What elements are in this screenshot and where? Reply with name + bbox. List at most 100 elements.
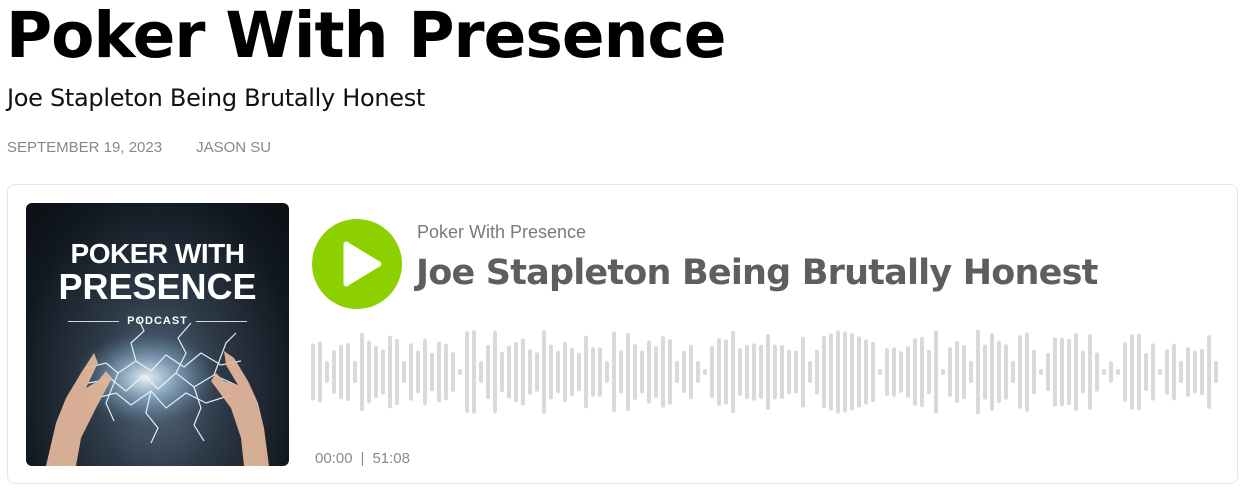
- waveform-bar: [1025, 332, 1029, 412]
- duration: 51:08: [372, 450, 410, 467]
- waveform-scrubber[interactable]: [310, 325, 1222, 419]
- waveform-bar: [787, 349, 791, 395]
- waveform-bar: [871, 341, 875, 403]
- waveform-bar: [528, 349, 532, 395]
- waveform-bar: [752, 343, 756, 401]
- waveform-bar: [626, 332, 630, 412]
- waveform-bar: [801, 336, 805, 408]
- waveform-bar: [388, 335, 392, 409]
- waveform-bar: [619, 350, 623, 394]
- waveform-bar: [1039, 369, 1043, 375]
- episode-title[interactable]: Joe Stapleton Being Brutally Honest: [416, 251, 1098, 295]
- waveform-bar: [549, 344, 553, 400]
- waveform-bar: [913, 338, 917, 406]
- waveform-bar: [1018, 335, 1022, 409]
- waveform-bar: [346, 343, 350, 401]
- waveform-bar: [1130, 334, 1134, 410]
- waveform-bar: [500, 351, 504, 393]
- waveform-bar: [598, 347, 602, 397]
- waveform-bar: [339, 344, 343, 400]
- waveform-bar: [794, 350, 798, 394]
- waveform-bar: [458, 369, 462, 375]
- waveform-bar: [857, 336, 861, 408]
- waveform-bar: [423, 338, 427, 406]
- waveform-bar: [1046, 352, 1050, 392]
- cover-podcast-tag: PODCAST: [127, 315, 188, 327]
- waveform-bar: [577, 352, 581, 392]
- waveform-bar: [808, 361, 812, 383]
- waveform-bar: [948, 347, 952, 397]
- waveform-bar: [1200, 348, 1204, 396]
- waveform-bar: [766, 333, 770, 410]
- waveform-bar: [864, 339, 868, 405]
- cover-title-line1: POKER WITH: [70, 238, 245, 269]
- waveform-bar: [731, 330, 735, 414]
- waveform-bar: [395, 338, 399, 406]
- waveform-bar: [836, 330, 840, 414]
- time-separator: |: [360, 450, 365, 467]
- waveform-bar: [1053, 337, 1057, 407]
- waveform-bar: [654, 346, 658, 399]
- waveform-bar: [878, 369, 882, 375]
- waveform-bar: [815, 349, 819, 395]
- waveform-bar: [311, 343, 315, 401]
- waveform-bar: [1165, 349, 1169, 395]
- waveform-bar: [1214, 361, 1218, 383]
- waveform-bar: [969, 361, 973, 383]
- waveform-bar: [689, 344, 693, 400]
- play-button[interactable]: [312, 219, 402, 309]
- waveform-bar: [430, 352, 434, 392]
- waveform-bar: [1207, 335, 1211, 409]
- podcast-player: POKER WITH PRESENCE PODCAST Poker With P…: [7, 184, 1238, 484]
- waveform-bar: [381, 349, 385, 395]
- waveform-bar: [1060, 337, 1064, 407]
- waveform-bar: [605, 361, 609, 383]
- waveform-bar: [1032, 349, 1036, 395]
- waveform-bar: [1172, 343, 1176, 401]
- waveform-bar: [493, 330, 497, 414]
- waveform-bar: [1067, 338, 1071, 406]
- waveform-bar: [1179, 361, 1183, 383]
- waveform-bar: [1151, 343, 1155, 401]
- play-icon: [343, 241, 382, 287]
- waveform-bar: [1004, 344, 1008, 400]
- post-meta: SEPTEMBER 19, 2023 JASON SU: [7, 137, 271, 159]
- waveform-bar: [444, 343, 448, 401]
- page-subtitle: Joe Stapleton Being Brutally Honest: [7, 84, 426, 112]
- waveform-bar: [1158, 369, 1162, 375]
- waveform-bar: [591, 347, 595, 397]
- waveform-bar: [1144, 353, 1148, 391]
- waveform-bar: [1193, 350, 1197, 394]
- current-time: 00:00: [315, 450, 353, 467]
- waveform-bar: [1095, 352, 1099, 392]
- waveform-bar: [724, 339, 728, 405]
- waveform-bar: [325, 361, 329, 383]
- waveform-bar: [409, 343, 413, 401]
- podcast-cover-art: POKER WITH PRESENCE PODCAST: [26, 203, 289, 466]
- post-author[interactable]: JASON SU: [196, 137, 271, 159]
- waveform-bar: [367, 340, 371, 404]
- waveform-bar: [850, 333, 854, 411]
- waveform-bar: [696, 361, 700, 383]
- waveform-bar: [437, 341, 441, 403]
- waveform-bar: [563, 342, 567, 403]
- show-name[interactable]: Poker With Presence: [417, 222, 586, 243]
- waveform-bar: [1074, 333, 1078, 411]
- waveform-bar: [976, 329, 980, 415]
- waveform-bar: [1102, 369, 1106, 375]
- waveform-bar: [927, 349, 931, 395]
- waveform-bar: [318, 341, 322, 403]
- waveform-bar: [710, 345, 714, 399]
- waveform-bar: [1109, 361, 1113, 383]
- waveform-bar: [920, 336, 924, 408]
- waveform-bar: [990, 333, 994, 411]
- waveform-bar: [633, 344, 637, 400]
- waveform-bar: [402, 361, 406, 383]
- waveform-bar: [759, 344, 763, 399]
- waveform-bar: [899, 351, 903, 393]
- cover-divider: PODCAST: [68, 313, 247, 329]
- waveform-bar: [374, 345, 378, 399]
- waveform-bar: [640, 350, 644, 394]
- waveform-bar: [906, 346, 910, 398]
- waveform-bar: [745, 344, 749, 399]
